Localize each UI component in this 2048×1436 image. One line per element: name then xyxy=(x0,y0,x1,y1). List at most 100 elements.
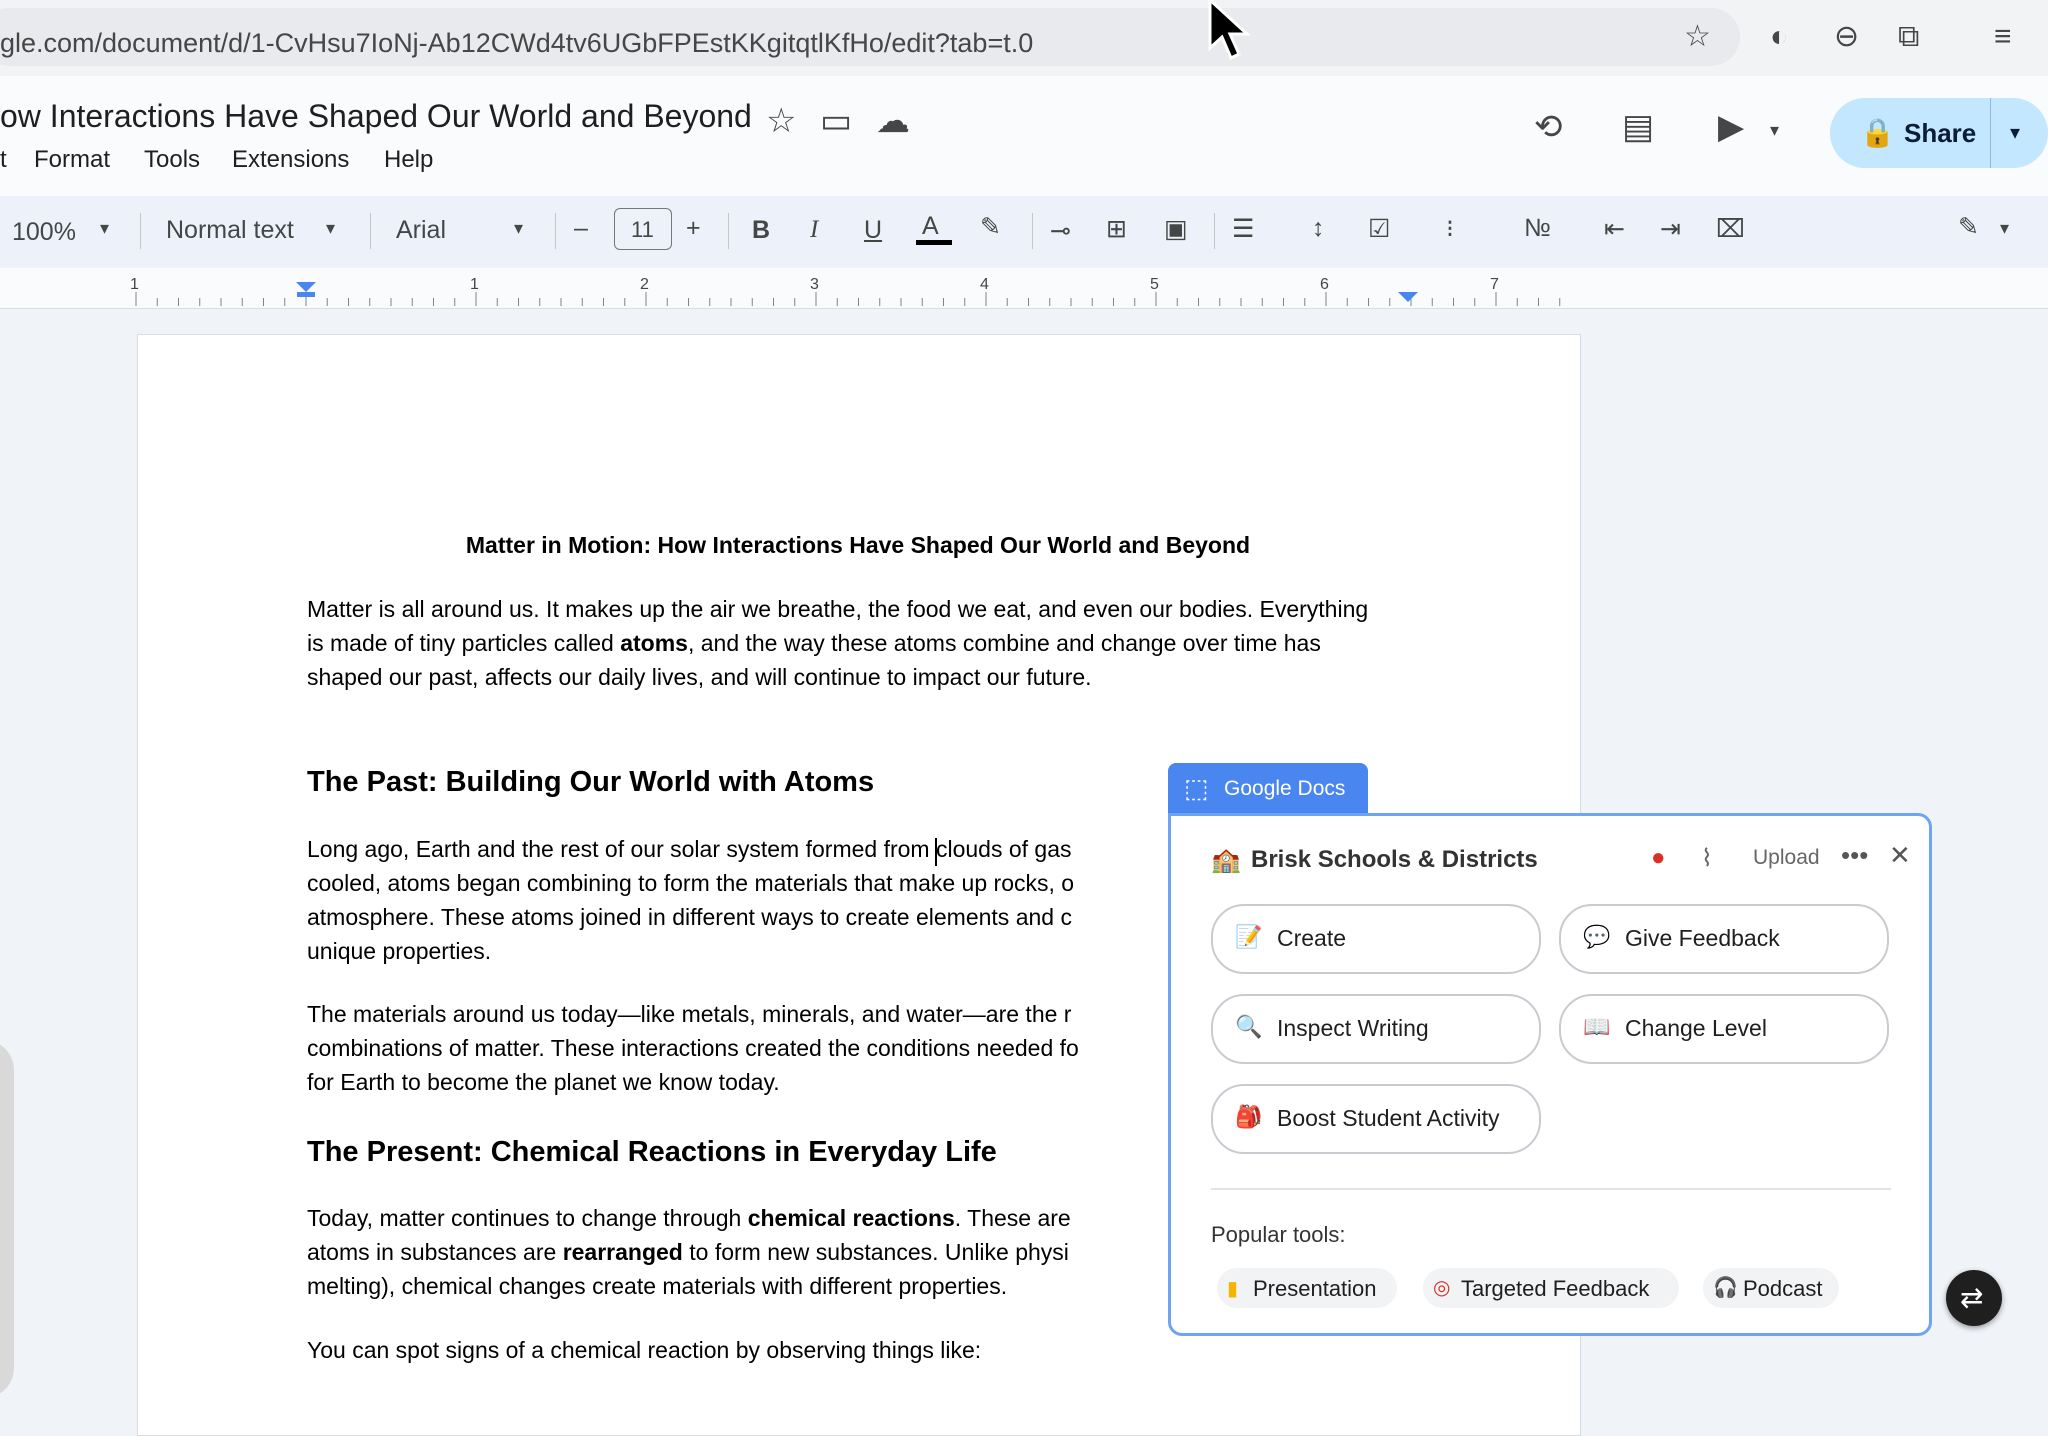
bulleted-list-icon[interactable]: ⁝ xyxy=(1446,214,1454,244)
insert-image-icon[interactable]: ▣ xyxy=(1164,214,1188,244)
heading-present: The Present: Chemical Reactions in Every… xyxy=(307,1136,997,1168)
close-icon[interactable]: ✕ xyxy=(1889,840,1911,871)
text-run: atoms in substances are xyxy=(307,1239,563,1265)
editing-mode-icon[interactable]: ✎ xyxy=(1958,212,1979,242)
ruler-number: 2 xyxy=(640,276,649,293)
upload-button[interactable]: Upload xyxy=(1753,846,1820,870)
share-dropdown-icon[interactable]: ▾ xyxy=(2010,120,2020,145)
menu-tools[interactable]: Tools xyxy=(144,146,200,174)
past-paragraph-1: Long ago, Earth and the rest of our sola… xyxy=(307,832,1074,968)
text-color-icon[interactable]: A xyxy=(922,212,939,241)
decrease-font-size-button[interactable]: – xyxy=(574,214,588,243)
intro-paragraph: Matter is all around us. It makes up the… xyxy=(307,592,1387,694)
menu-extensions[interactable]: Extensions xyxy=(232,146,349,174)
numbered-list-icon[interactable]: № xyxy=(1524,214,1551,243)
chevron-down-icon[interactable]: ▾ xyxy=(2000,218,2009,239)
podcast-tool[interactable]: 🎧 Podcast xyxy=(1703,1268,1839,1308)
line-spacing-icon[interactable]: ↕ xyxy=(1312,214,1325,243)
clear-formatting-icon[interactable]: ⌧ xyxy=(1716,214,1745,244)
change-level-button[interactable]: 📖 Change Level xyxy=(1559,994,1889,1064)
extension-brisk-icon[interactable]: ◐ xyxy=(1770,22,1788,52)
italic-icon[interactable]: I xyxy=(810,216,818,244)
url-text: gle.com/document/d/1-CvHsu7IoNj-Ab12CWd4… xyxy=(0,28,1034,58)
text-line: unique properties. xyxy=(307,938,492,964)
magnifier-icon: 🔍 xyxy=(1235,1014,1263,1039)
comments-icon[interactable]: ▤ xyxy=(1622,110,1654,144)
present-paragraph: Today, matter continues to change throug… xyxy=(307,1201,1071,1303)
link-icon[interactable]: ⊸ xyxy=(1050,216,1071,246)
brisk-org-name: Brisk Schools & Districts xyxy=(1251,846,1538,873)
add-comment-icon[interactable]: ⊞ xyxy=(1106,214,1127,244)
backpack-icon[interactable]: ● xyxy=(1651,844,1666,872)
font-size-field[interactable]: 11 xyxy=(614,208,672,250)
zoom-select[interactable]: 100% xyxy=(12,218,76,247)
share-button[interactable]: 🔒 Share ▾ xyxy=(1830,98,2048,168)
version-history-icon[interactable]: ⟲ xyxy=(1534,110,1563,144)
highlight-icon[interactable]: ✎ xyxy=(980,212,1001,242)
ruler-number: 3 xyxy=(810,276,819,293)
document-heading: Matter in Motion: How Interactions Have … xyxy=(465,532,1251,558)
bold-icon[interactable]: B xyxy=(752,216,770,245)
text-line: Today, matter continues to change throug… xyxy=(307,1201,1071,1235)
decrease-indent-icon[interactable]: ⇤ xyxy=(1604,214,1625,244)
font-select[interactable]: Arial xyxy=(396,216,446,245)
move-folder-icon[interactable]: ▭ xyxy=(820,104,852,138)
bookmark-star-icon[interactable]: ☆ xyxy=(1684,22,1711,52)
chevron-down-icon[interactable]: ▾ xyxy=(326,218,335,239)
video-overlay-edge xyxy=(0,1040,14,1398)
checklist-icon[interactable]: ☑ xyxy=(1368,214,1390,244)
targeted-feedback-tool[interactable]: ◎ Targeted Feedback xyxy=(1423,1268,1679,1308)
text-run: to form new substances. Unlike physi xyxy=(682,1239,1069,1265)
give-feedback-button[interactable]: 💬 Give Feedback xyxy=(1559,904,1889,974)
menu-edit[interactable]: t xyxy=(0,146,7,174)
reading-list-icon[interactable]: ≡ xyxy=(1994,22,2012,52)
meet-camera-icon[interactable]: ▶ xyxy=(1718,110,1744,144)
document-title[interactable]: ow Interactions Have Shaped Our World an… xyxy=(0,98,752,135)
text-run: Today, matter continues to change throug… xyxy=(307,1205,748,1231)
boost-student-activity-button[interactable]: 🎒 Boost Student Activity xyxy=(1211,1084,1541,1154)
toolbar-divider xyxy=(1214,213,1215,249)
extensions-puzzle-icon[interactable]: ⧉ xyxy=(1898,22,1919,52)
text-line: Long ago, Earth and the rest of our sola… xyxy=(307,836,1072,862)
school-icon: 🏫 xyxy=(1211,847,1241,874)
brisk-google-docs-tab[interactable]: ⬚ Google Docs xyxy=(1168,763,1368,813)
more-options-icon[interactable]: ••• xyxy=(1841,840,1868,871)
chevron-down-icon[interactable]: ▾ xyxy=(1770,120,1779,141)
slides-icon: ▮ xyxy=(1227,1278,1239,1300)
backpack-icon: 🎒 xyxy=(1235,1104,1263,1129)
extension-icon[interactable]: ⊖ xyxy=(1834,22,1859,52)
menu-format[interactable]: Format xyxy=(34,146,110,174)
paragraph-style-select[interactable]: Normal text xyxy=(166,216,294,245)
underline-icon[interactable]: U xyxy=(864,216,882,245)
toolbar-divider xyxy=(140,213,141,249)
paperclip-icon[interactable]: ⌇ xyxy=(1701,844,1713,873)
left-indent-marker[interactable] xyxy=(296,282,316,292)
toolbar-divider xyxy=(1032,213,1033,249)
toolbar-divider xyxy=(370,213,371,249)
address-bar[interactable]: gle.com/document/d/1-CvHsu7IoNj-Ab12CWd4… xyxy=(0,8,1740,66)
ruler-number: 5 xyxy=(1150,276,1159,293)
intro-text-bold: atoms xyxy=(620,630,688,656)
give-feedback-label: Give Feedback xyxy=(1625,925,1780,951)
chevron-down-icon[interactable]: ▾ xyxy=(514,218,523,239)
chevron-down-icon[interactable]: ▾ xyxy=(100,218,109,239)
text-run: . These are xyxy=(954,1205,1071,1231)
brisk-floating-button[interactable]: ⇄ xyxy=(1946,1270,2002,1326)
brisk-tab-label: Google Docs xyxy=(1224,777,1346,800)
first-line-indent-marker[interactable] xyxy=(297,292,315,297)
create-button[interactable]: 📝 Create xyxy=(1211,904,1541,974)
star-icon[interactable]: ☆ xyxy=(766,104,796,138)
presentation-tool[interactable]: ▮ Presentation xyxy=(1217,1268,1397,1308)
ruler-ticks xyxy=(135,292,1561,306)
align-icon[interactable]: ☰ xyxy=(1232,214,1254,244)
podcast-label: Podcast xyxy=(1743,1276,1823,1301)
increase-font-size-button[interactable]: + xyxy=(686,214,701,243)
menu-help[interactable]: Help xyxy=(384,146,433,174)
increase-indent-icon[interactable]: ⇥ xyxy=(1660,214,1681,244)
inspect-writing-button[interactable]: 🔍 Inspect Writing xyxy=(1211,994,1541,1064)
right-indent-marker[interactable] xyxy=(1398,292,1418,302)
signs-paragraph: You can spot signs of a chemical reactio… xyxy=(307,1337,982,1363)
create-label: Create xyxy=(1277,925,1347,951)
cloud-saved-icon[interactable]: ☁ xyxy=(876,104,910,138)
text-run-bold: rearranged xyxy=(562,1239,683,1265)
